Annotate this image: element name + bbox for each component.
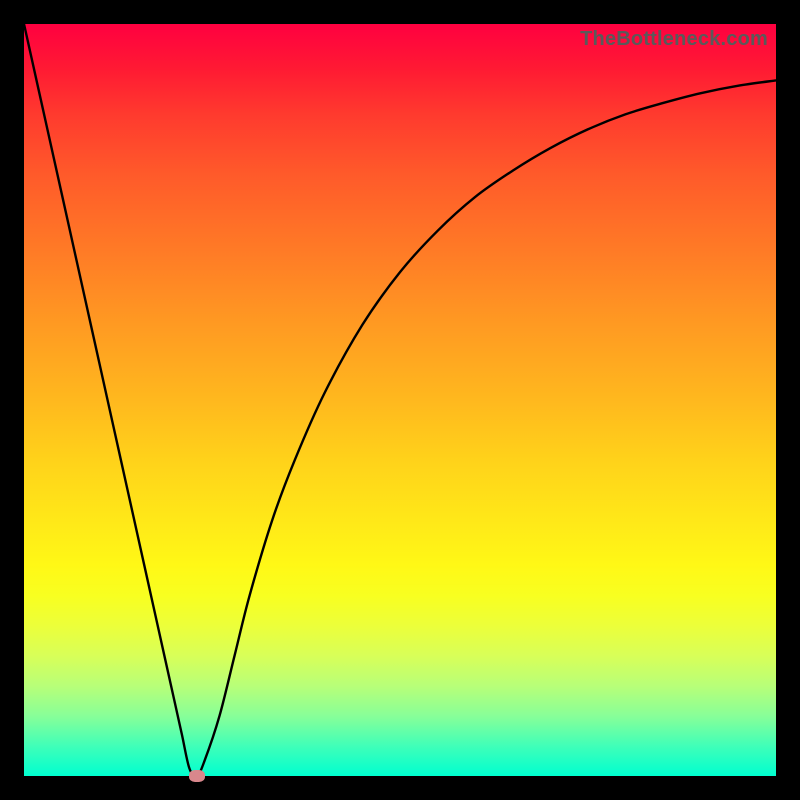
plot-area: TheBottleneck.com xyxy=(24,24,776,776)
chart-frame: TheBottleneck.com xyxy=(0,0,800,800)
optimal-point-marker xyxy=(189,770,205,782)
curve-layer xyxy=(24,24,776,776)
bottleneck-curve xyxy=(24,24,776,776)
